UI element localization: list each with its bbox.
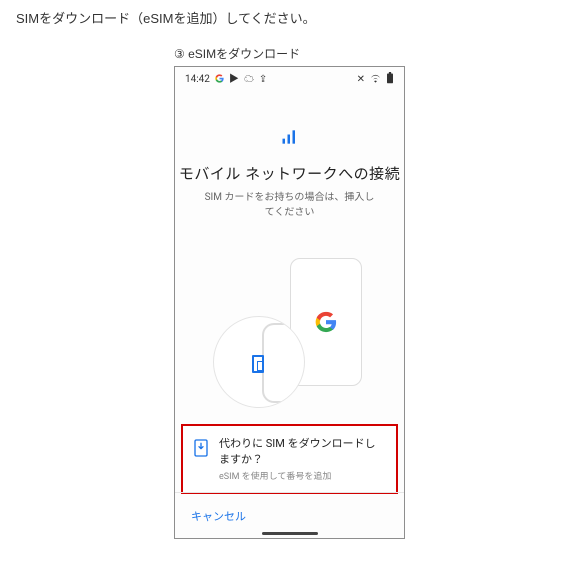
download-esim-option[interactable]: 代わりに SIM をダウンロードしますか？ eSIM を使用して番号を追加 — [181, 424, 398, 494]
status-bar: 14:42 ▶ ☁ ⇪ ✕ — [175, 67, 404, 89]
silent-icon: ✕ — [357, 75, 365, 85]
wifi-icon — [370, 74, 381, 86]
illustration-circle — [213, 316, 305, 408]
cancel-button[interactable]: キャンセル — [191, 508, 246, 524]
illustration — [175, 250, 404, 420]
page-intro: SIMをダウンロード（eSIMを追加）してください。 — [16, 8, 557, 27]
battery-icon — [386, 72, 394, 87]
step-caption: ③ eSIMをダウンロード — [174, 45, 557, 62]
phone-frame: 14:42 ▶ ☁ ⇪ ✕ モバイル ネ — [174, 66, 405, 539]
share-icon: ⇪ — [259, 75, 267, 85]
status-time: 14:42 — [185, 74, 210, 85]
signal-icon — [175, 127, 404, 151]
google-logo-icon — [315, 311, 337, 333]
download-sim-icon — [193, 438, 209, 462]
screen-subtitle: SIM カードをお持ちの場合は、挿入してください — [175, 190, 404, 220]
download-title: 代わりに SIM をダウンロードしますか？ — [219, 436, 386, 467]
nav-handle — [262, 532, 318, 535]
sim-icon — [252, 355, 264, 373]
play-icon: ▶ — [229, 75, 239, 85]
google-g-icon — [215, 74, 224, 86]
cloud-icon: ☁ — [244, 75, 254, 85]
download-sub: eSIM を使用して番号を追加 — [219, 469, 386, 482]
screen-title: モバイル ネットワークへの接続 — [175, 163, 404, 184]
